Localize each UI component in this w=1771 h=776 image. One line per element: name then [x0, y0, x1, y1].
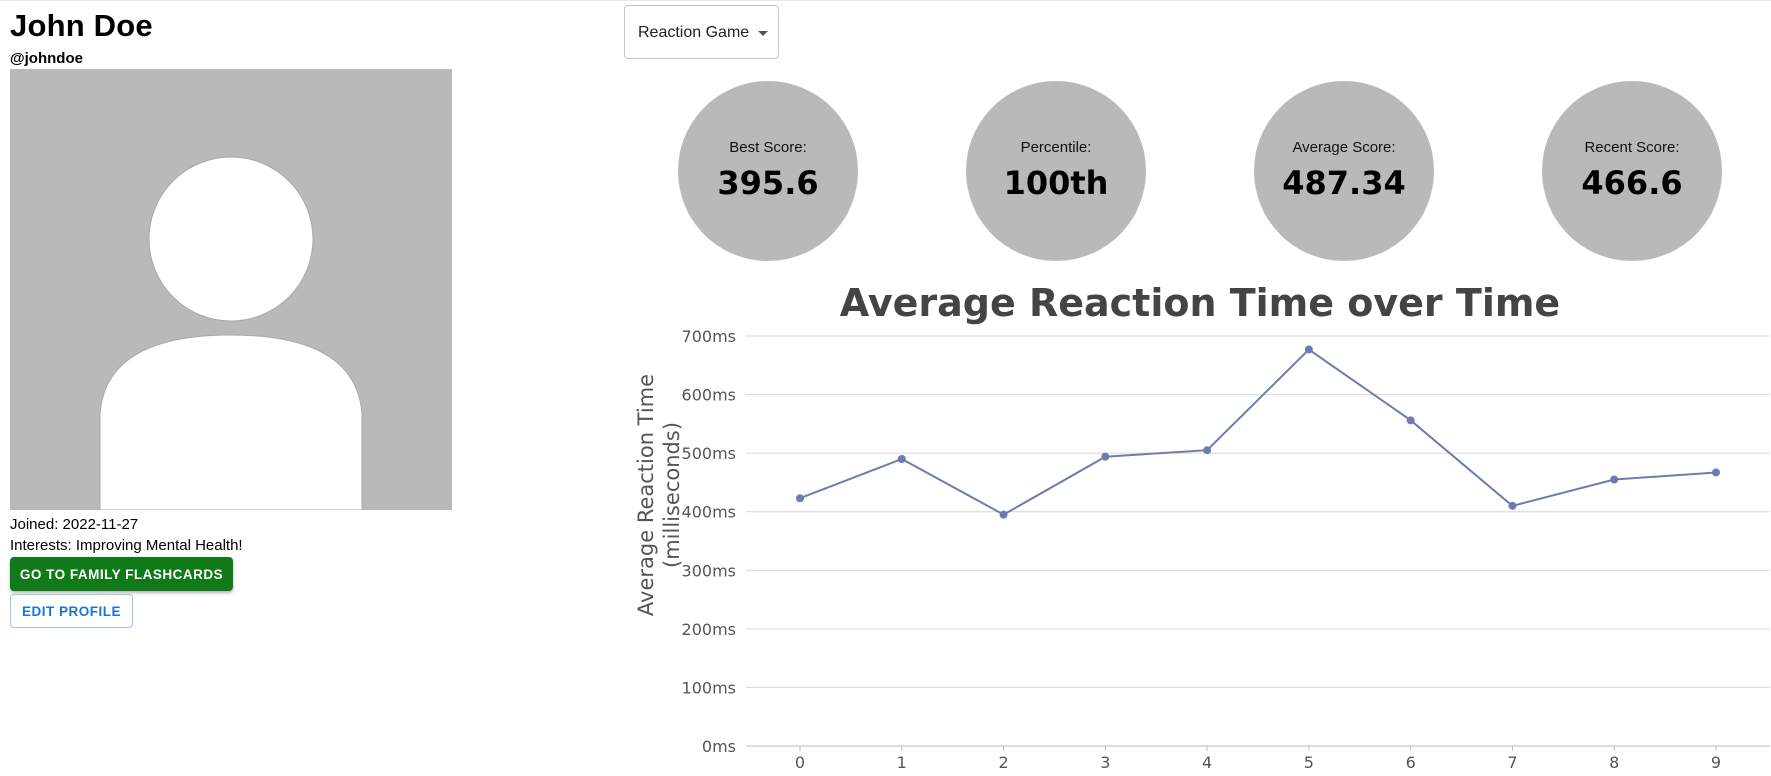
x-tick-label: 6 — [1406, 753, 1416, 771]
top-divider — [0, 0, 1771, 1]
user-name: John Doe — [10, 8, 153, 43]
chart-title: Average Reaction Time over Time — [840, 281, 1560, 325]
data-point[interactable] — [999, 510, 1008, 519]
game-select[interactable]: Reaction Game — [624, 5, 779, 59]
game-select-value: Reaction Game — [638, 24, 750, 41]
data-point[interactable] — [1508, 501, 1517, 510]
edit-profile-button[interactable]: EDIT PROFILE — [10, 594, 133, 628]
y-axis-label: Average Reaction Time — [634, 374, 658, 616]
y-tick-label: 600ms — [682, 386, 736, 405]
x-tick-label: 7 — [1507, 753, 1517, 771]
data-point[interactable] — [1610, 475, 1619, 484]
joined-date: Joined: 2022-11-27 — [10, 516, 139, 533]
data-point[interactable] — [897, 455, 906, 463]
caret-down-icon — [758, 31, 768, 36]
x-tick-label: 9 — [1711, 753, 1721, 771]
y-tick-label: 100ms — [682, 678, 736, 697]
stat-percentile: Percentile: 100th — [966, 81, 1146, 261]
stat-label: Best Score: — [729, 139, 807, 156]
y-tick-label: 400ms — [682, 503, 736, 522]
data-point[interactable] — [1304, 345, 1313, 354]
stat-best-score: Best Score: 395.6 — [678, 81, 858, 261]
family-flashcards-button[interactable]: GO TO FAMILY FLASHCARDS — [10, 557, 233, 591]
stat-label: Recent Score: — [1584, 139, 1680, 156]
y-tick-label: 700ms — [682, 327, 736, 346]
data-point[interactable] — [796, 494, 804, 503]
data-point[interactable] — [1101, 452, 1110, 461]
y-tick-label: 500ms — [682, 444, 736, 463]
x-tick-label: 4 — [1202, 753, 1212, 771]
user-handle: @johndoe — [10, 50, 83, 67]
x-tick-label: 3 — [1100, 753, 1110, 771]
x-tick-label: 2 — [998, 753, 1008, 771]
interests: Interests: Improving Mental Health! — [10, 537, 243, 554]
y-tick-label: 0ms — [702, 737, 736, 756]
x-tick-label: 8 — [1609, 753, 1619, 771]
x-tick-label: 1 — [897, 753, 907, 771]
default-avatar-icon — [10, 69, 452, 510]
stat-average-score: Average Score: 487.34 — [1254, 81, 1434, 261]
stat-recent-score: Recent Score: 466.6 — [1542, 81, 1722, 261]
stat-label: Average Score: — [1292, 139, 1396, 156]
stat-value: 487.34 — [1282, 164, 1406, 202]
y-tick-label: 200ms — [682, 620, 736, 639]
avatar — [10, 69, 452, 510]
chart-svg: Average Reaction Time over Time Average … — [634, 281, 1770, 772]
data-point[interactable] — [1712, 468, 1720, 477]
stat-value: 395.6 — [717, 164, 819, 202]
series-line — [799, 348, 1717, 516]
y-axis-label-units: (milliseconds) — [660, 422, 684, 568]
x-tick-label: 5 — [1304, 753, 1314, 771]
x-tick-label: 0 — [795, 753, 805, 771]
data-point[interactable] — [1406, 416, 1415, 425]
stat-label: Percentile: — [1020, 139, 1092, 156]
y-tick-label: 300ms — [682, 561, 736, 580]
stat-value: 466.6 — [1581, 164, 1683, 202]
data-point[interactable] — [1203, 446, 1212, 455]
stat-value: 100th — [1003, 164, 1109, 202]
reaction-time-chart: Average Reaction Time over Time Average … — [620, 272, 1770, 776]
